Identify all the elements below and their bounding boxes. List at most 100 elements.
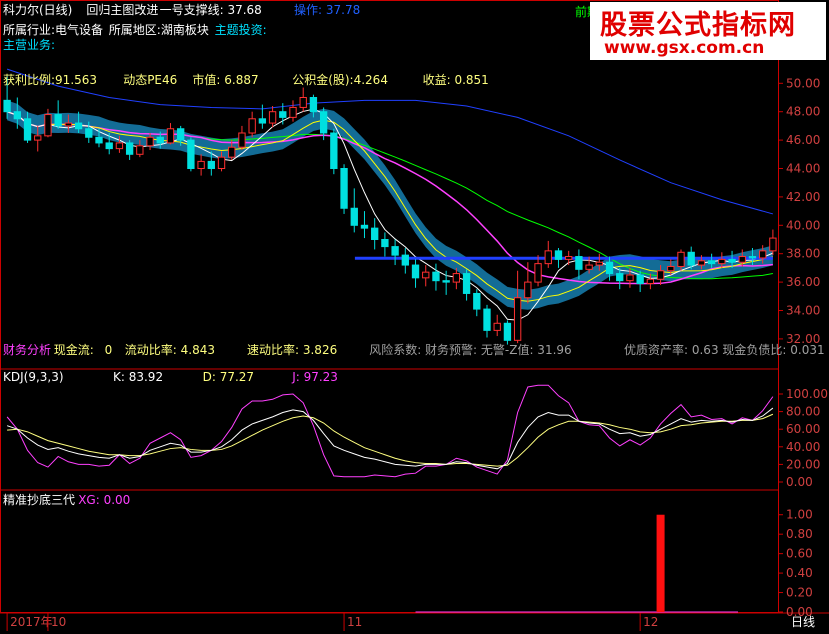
- candle-body: [503, 322, 512, 341]
- candle-body: [411, 264, 420, 279]
- candle-body: [64, 122, 73, 127]
- candle-body: [207, 160, 215, 169]
- kdj-axis-label: 40.00: [786, 440, 820, 454]
- candle-body: [656, 270, 665, 280]
- period-label: 日线: [791, 615, 815, 629]
- candle-body: [23, 118, 32, 141]
- candle-body: [473, 292, 481, 310]
- candle-body: [432, 271, 440, 282]
- candle-body: [626, 274, 634, 282]
- price-axis-label: 34.00: [786, 304, 820, 318]
- candle-body: [565, 256, 573, 260]
- candle-body: [605, 261, 614, 275]
- candle-body: [544, 250, 552, 265]
- header-line2-0: 所属行业:电气设备: [3, 22, 103, 37]
- candle-body: [319, 111, 328, 134]
- candle-body: [738, 256, 746, 263]
- candle-body: [309, 97, 318, 113]
- xg-axis-label: 0.80: [786, 527, 813, 541]
- financial-line-4: 速动比率: 3.826: [247, 342, 337, 357]
- xg-header-0: 精准抄底三代: [3, 492, 75, 507]
- header-line4-0: 获利比例:91.563: [3, 73, 97, 87]
- candle-body: [3, 99, 11, 113]
- price-axis-label: 40.00: [786, 218, 820, 232]
- kdj-k-line: [6, 407, 774, 470]
- kdj-axis-label: 20.00: [786, 457, 820, 471]
- date-axis-label: 2017年: [10, 615, 53, 629]
- financial-line-1: 现金流:: [54, 342, 94, 357]
- xg-axis-label: 0.60: [786, 547, 813, 561]
- kdj-axis-label: 60.00: [786, 422, 820, 436]
- date-axis-label: 10: [51, 615, 66, 629]
- candle-body: [575, 256, 583, 270]
- candle-body: [636, 274, 644, 285]
- xg-header-1: XG: 0.00: [78, 493, 130, 507]
- price-axis-label: 46.00: [786, 133, 820, 147]
- kdj-axis-label: 100.00: [786, 387, 828, 401]
- stock-chart: 50.00 48.00 46.00 44.00 42.00 40.00 38.00 36.00…: [0, 0, 829, 631]
- kdj-header-3: J: 97.23: [291, 370, 338, 384]
- watermark-url: www.gsx.com.cn: [604, 38, 765, 58]
- xg-axis-label: 0.40: [786, 566, 813, 580]
- kdj-axis-label: 0.00: [786, 475, 813, 489]
- date-axis-label: 12: [643, 615, 658, 629]
- candle-body: [340, 168, 348, 209]
- candle-body: [728, 258, 736, 263]
- candle-body: [258, 118, 267, 124]
- financial-line-6: 优质资产率: 0.63 现金负债比: 0.031: [624, 342, 825, 357]
- candle-body: [769, 237, 777, 252]
- candle-body: [299, 97, 307, 108]
- header-line4-4: 收益: 0.851: [423, 73, 489, 87]
- header-line1-0: 科力尔(日线): [3, 2, 72, 17]
- header-line4-3: 公积金(股):4.264: [292, 72, 388, 87]
- candle-body: [248, 118, 256, 134]
- xg-axis-label: 0.20: [786, 586, 813, 600]
- price-axis-label: 42.00: [786, 190, 820, 204]
- candle-body: [217, 156, 226, 169]
- financial-line-5: 风险系数: 财务预警: 无警-Z值: 31.96: [369, 342, 571, 357]
- candle-body: [371, 227, 379, 240]
- candle-body: [136, 145, 144, 155]
- candle-body: [381, 239, 389, 248]
- candle-body: [687, 251, 695, 266]
- price-axis-label: 36.00: [786, 275, 820, 289]
- candle-body: [401, 254, 409, 266]
- candle-body: [44, 114, 52, 137]
- xg-signal-bar: [656, 514, 665, 612]
- candle-body: [534, 263, 542, 283]
- candle-body: [330, 132, 338, 169]
- candle-body: [616, 273, 624, 282]
- header-line2-1: 所属地区:湖南板块: [109, 22, 209, 37]
- candle-body: [759, 250, 767, 259]
- candle-body: [197, 160, 205, 169]
- candle-body: [228, 146, 236, 158]
- header-line4-1: 动态PE46: [123, 73, 177, 87]
- candle-body: [585, 264, 593, 270]
- chart-canvas: 50.00 48.00 46.00 44.00 42.00 40.00 38.00 36.00…: [0, 0, 829, 631]
- candle-body: [13, 111, 21, 120]
- candle-body: [289, 106, 297, 118]
- financial-line-0: 财务分析: [3, 342, 51, 357]
- candle-body: [74, 122, 83, 130]
- candle-body: [667, 265, 675, 272]
- candle-body: [442, 280, 450, 283]
- financial-line-3: 流动比率: 4.843: [125, 342, 215, 357]
- header-line3-0: 主营业务:: [3, 37, 55, 52]
- candle-body: [34, 135, 42, 141]
- candle-body: [238, 132, 246, 148]
- candle-body: [493, 322, 501, 331]
- kdj-header-0: KDJ(9,3,3): [3, 370, 64, 384]
- candle-body: [115, 142, 124, 150]
- candle-body: [707, 260, 716, 265]
- candle-body: [105, 142, 113, 150]
- candle-body: [85, 128, 93, 138]
- candle-body: [677, 251, 685, 267]
- header-line1-2: 一号支撑线: 37.68: [160, 2, 262, 17]
- candle-body: [156, 136, 164, 144]
- candle-body: [697, 260, 706, 266]
- kdj-header-2: D: 77.27: [203, 370, 254, 384]
- xg-axis-label: 1.00: [786, 508, 813, 522]
- date-axis-label: 11: [347, 615, 362, 629]
- candle-body: [279, 111, 287, 118]
- candle-body: [166, 128, 175, 144]
